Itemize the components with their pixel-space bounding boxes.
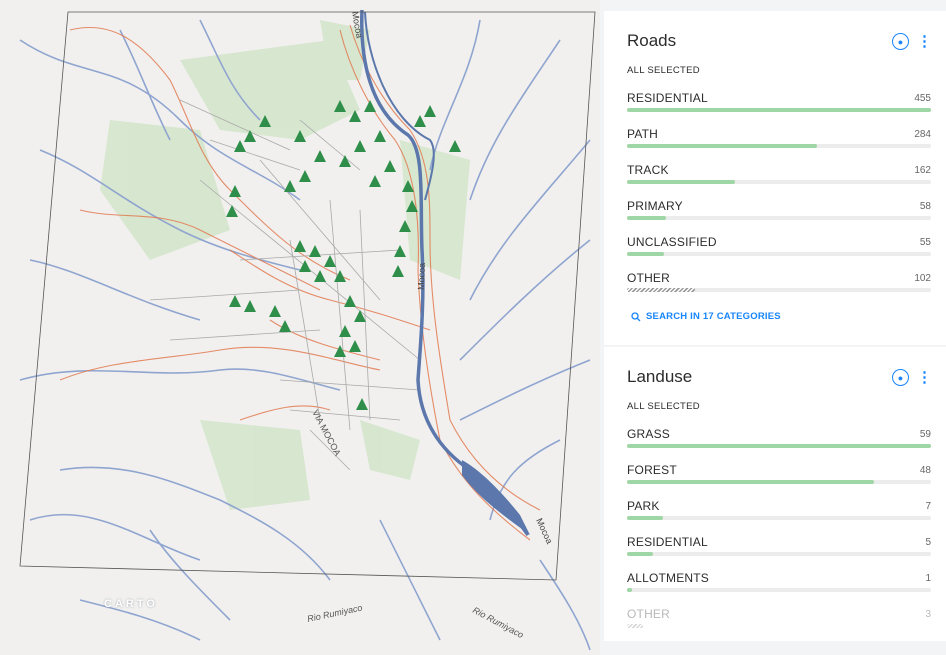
category-label: RESIDENTIAL [627, 91, 708, 105]
category-other[interactable]: OTHER 102 [627, 271, 931, 307]
category-label: RESIDENTIAL [627, 535, 708, 549]
category-primary[interactable]: PRIMARY 58 [627, 199, 931, 235]
category-bar [627, 108, 931, 112]
category-bar-fill [627, 108, 931, 112]
category-count: 59 [919, 429, 931, 440]
category-allotments[interactable]: ALLOTMENTS 1 [627, 571, 931, 607]
category-bar [627, 180, 931, 184]
category-grass[interactable]: GRASS 59 [627, 427, 931, 463]
color-drop-icon[interactable]: ● [892, 369, 909, 386]
category-track[interactable]: TRACK 162 [627, 163, 931, 199]
category-label: OTHER [627, 271, 670, 285]
category-bar [627, 480, 931, 484]
carto-logo: CARTO [104, 598, 158, 610]
category-bar [627, 252, 931, 256]
category-bar [627, 588, 931, 592]
road-label-via-mocoa: VIA MOCOA [310, 408, 343, 457]
search-categories-link[interactable]: SEARCH IN 17 CATEGORIES [631, 311, 781, 322]
more-options-icon[interactable]: ⋮ [917, 370, 932, 385]
selection-status: ALL SELECTED [627, 401, 700, 412]
category-count: 7 [925, 501, 931, 512]
map-canvas[interactable]: Mocoa Mocoa Mocoa VIA MOCOA Rio Rumiyaco… [0, 0, 600, 655]
category-count: 162 [914, 165, 931, 176]
category-bar-fill [627, 180, 736, 184]
category-unclassified[interactable]: UNCLASSIFIED 55 [627, 235, 931, 271]
category-bar [627, 444, 931, 448]
category-label: PRIMARY [627, 199, 683, 213]
landuse-layer [100, 20, 470, 510]
category-bar [627, 552, 931, 556]
category-bar [627, 144, 931, 148]
category-residential[interactable]: RESIDENTIAL 455 [627, 91, 931, 127]
category-bar-fill [627, 288, 696, 292]
category-count: 48 [919, 465, 931, 476]
search-icon [631, 311, 641, 321]
river-label-rumiyaco-right: Rio Rumiyaco [471, 605, 525, 640]
category-count: 284 [914, 129, 931, 140]
roads-widget: Roads ● ⋮ ALL SELECTED RESIDENTIAL 455 P… [604, 11, 946, 345]
category-bar-fill [627, 624, 643, 628]
category-count: 455 [914, 93, 931, 104]
category-forest[interactable]: FOREST 48 [627, 463, 931, 499]
category-bar [627, 288, 931, 292]
category-label: FOREST [627, 463, 677, 477]
river-label-mocoa-mid: Mocoa [416, 263, 427, 290]
category-count: 3 [925, 609, 931, 620]
category-count: 5 [925, 537, 931, 548]
category-label: UNCLASSIFIED [627, 235, 717, 249]
category-count: 102 [914, 273, 931, 284]
category-bar [627, 216, 931, 220]
widget-title: Roads [627, 31, 677, 50]
category-park[interactable]: PARK 7 [627, 499, 931, 535]
river-label-mocoa-bottom: Mocoa [534, 517, 554, 546]
category-path[interactable]: PATH 284 [627, 127, 931, 163]
category-label: PATH [627, 127, 659, 141]
category-count: 1 [925, 573, 931, 584]
category-bar-fill [627, 444, 931, 448]
color-drop-icon[interactable]: ● [892, 33, 909, 50]
widgets-panel: Roads ● ⋮ ALL SELECTED RESIDENTIAL 455 P… [604, 11, 946, 641]
search-link-label: SEARCH IN 17 CATEGORIES [646, 311, 781, 322]
river-label-rumiyaco-left: Rio Rumiyaco [306, 603, 363, 624]
category-bar-fill [627, 216, 666, 220]
river-wide-section [462, 460, 530, 535]
widget-title: Landuse [627, 367, 693, 386]
category-count: 55 [919, 237, 931, 248]
category-label: PARK [627, 499, 660, 513]
selection-status: ALL SELECTED [627, 65, 700, 76]
category-other[interactable]: OTHER 3 [627, 607, 931, 643]
category-count: 58 [919, 201, 931, 212]
category-bar-fill [627, 516, 664, 520]
category-bar-fill [627, 552, 653, 556]
category-label: ALLOTMENTS [627, 571, 710, 585]
category-bar-fill [627, 588, 633, 592]
landuse-widget: Landuse ● ⋮ ALL SELECTED GRASS 59 FOREST… [604, 347, 946, 641]
category-label: OTHER [627, 607, 670, 621]
category-label: TRACK [627, 163, 669, 177]
category-label: GRASS [627, 427, 671, 441]
category-bar-fill [627, 144, 817, 148]
category-bar-fill [627, 480, 875, 484]
more-options-icon[interactable]: ⋮ [917, 34, 932, 49]
category-residential[interactable]: RESIDENTIAL 5 [627, 535, 931, 571]
category-bar-fill [627, 252, 664, 256]
map-view[interactable]: Mocoa Mocoa Mocoa VIA MOCOA Rio Rumiyaco… [0, 0, 600, 655]
category-bar [627, 624, 931, 628]
category-bar [627, 516, 931, 520]
